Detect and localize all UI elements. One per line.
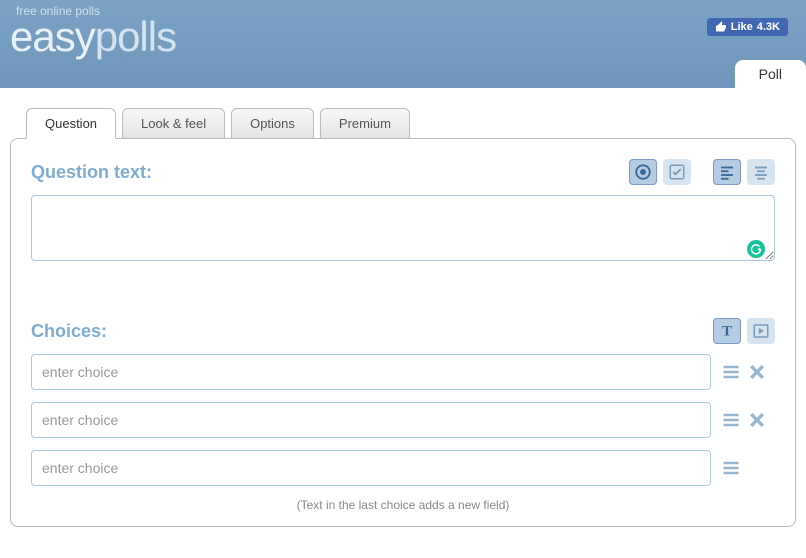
grammarly-icon[interactable]	[747, 240, 765, 258]
radio-icon	[634, 163, 652, 181]
like-label: Like	[731, 21, 753, 33]
question-type-icons	[629, 159, 775, 185]
tab-look-feel[interactable]: Look & feel	[122, 108, 225, 139]
remove-choice-icon[interactable]	[747, 362, 767, 382]
align-left-icon	[718, 163, 736, 181]
check-icon	[668, 163, 686, 181]
tab-premium[interactable]: Premium	[320, 108, 410, 139]
drag-handle-icon[interactable]	[721, 410, 741, 430]
drag-handle-icon[interactable]	[721, 458, 741, 478]
choice-row-2	[31, 402, 775, 438]
content: Question Look & feel Options Premium Que…	[0, 88, 806, 537]
question-header: Question text:	[31, 159, 775, 185]
choice-input-2[interactable]	[31, 402, 711, 438]
logo-polls: polls	[95, 13, 176, 60]
checkbox-type-button[interactable]	[663, 159, 691, 185]
choices-hint: (Text in the last choice adds a new fiel…	[31, 498, 775, 512]
logo: easypolls	[10, 18, 796, 56]
tab-options[interactable]: Options	[231, 108, 314, 139]
text-icon: T	[718, 322, 736, 340]
question-panel: Question text:	[10, 138, 796, 527]
question-textarea[interactable]	[31, 195, 775, 261]
facebook-like-button[interactable]: Like 4.3K	[707, 18, 788, 36]
text-choice-button[interactable]: T	[713, 318, 741, 344]
tab-question[interactable]: Question	[26, 108, 116, 139]
app-header: free online polls easypolls Like 4.3K Po…	[0, 0, 806, 88]
tab-bar: Question Look & feel Options Premium	[26, 108, 796, 139]
remove-choice-icon[interactable]	[747, 410, 767, 430]
choices-section: Choices: T	[31, 318, 775, 512]
question-textarea-wrap	[31, 195, 775, 266]
media-icon	[752, 322, 770, 340]
radio-type-button[interactable]	[629, 159, 657, 185]
choice-type-icons: T	[713, 318, 775, 344]
align-left-button[interactable]	[713, 159, 741, 185]
svg-text:T: T	[722, 324, 732, 340]
choice-input-3[interactable]	[31, 450, 711, 486]
media-choice-button[interactable]	[747, 318, 775, 344]
question-label: Question text:	[31, 162, 152, 183]
choices-header: Choices: T	[31, 318, 775, 344]
thumbs-up-icon	[715, 21, 727, 33]
like-count: 4.3K	[757, 21, 780, 33]
choice-row-3	[31, 450, 775, 486]
choices-label: Choices:	[31, 321, 107, 342]
choice-row-1	[31, 354, 775, 390]
drag-handle-icon[interactable]	[721, 362, 741, 382]
align-center-button[interactable]	[747, 159, 775, 185]
choice-input-1[interactable]	[31, 354, 711, 390]
poll-tab[interactable]: Poll	[735, 60, 806, 88]
logo-easy: easy	[10, 13, 95, 60]
align-center-icon	[752, 163, 770, 181]
